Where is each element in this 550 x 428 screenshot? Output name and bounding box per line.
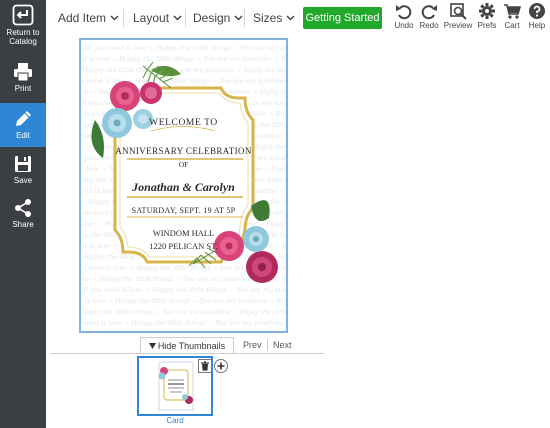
sidebar-item-label: Edit — [16, 131, 30, 140]
sidebar-item-label: Share — [12, 220, 34, 229]
getting-started-button[interactable]: Getting Started — [303, 7, 382, 29]
divider — [267, 339, 268, 351]
sidebar-item-label: Catalog — [9, 37, 37, 46]
thumbnails-divider — [50, 353, 324, 354]
hide-thumbnails-toggle[interactable]: Hide Thumbnails — [140, 337, 234, 354]
divider — [123, 9, 124, 27]
pencil-icon — [16, 111, 31, 126]
menu-add-item[interactable]: Add Item — [58, 11, 119, 25]
sidebar-item-return-to-catalog[interactable]: Return to Catalog — [0, 4, 46, 56]
preview-icon — [450, 3, 467, 20]
sidebar-item-save[interactable]: Save — [0, 154, 46, 192]
chevron-down-icon — [173, 15, 182, 21]
top-toolbar: Add Item Layout Design Sizes Getting Sta… — [46, 0, 550, 36]
trash-icon — [201, 361, 209, 371]
sidebar-item-label: Print — [14, 84, 32, 93]
preview-button[interactable]: Preview — [443, 2, 473, 30]
menu-label: Design — [193, 11, 231, 25]
app-window: Return to Catalog Print Edit Save Share … — [0, 0, 550, 428]
card-names-text[interactable]: Jonathan & Carolyn — [81, 180, 286, 195]
card-of-text[interactable]: OF — [81, 160, 286, 169]
card-date-text[interactable]: SATURDAY, SEPT. 19 AT 5P — [81, 206, 286, 215]
card-welcome-text[interactable]: WELCOME TO — [81, 118, 286, 128]
sidebar-item-label: Save — [13, 176, 33, 185]
share-icon — [15, 199, 31, 217]
menu-layout[interactable]: Layout — [133, 11, 182, 25]
hide-thumbnails-label: Hide Thumbnails — [157, 341, 226, 351]
redo-button[interactable]: Redo — [418, 2, 440, 30]
redo-icon — [421, 5, 437, 20]
menu-label: Sizes — [253, 11, 283, 25]
menu-label: Add Item — [58, 11, 107, 25]
help-icon — [529, 3, 545, 19]
sidebar-item-print[interactable]: Print — [0, 62, 46, 100]
prefs-button[interactable]: Prefs — [476, 2, 498, 30]
divider — [244, 9, 245, 27]
cart-button[interactable]: Cart — [501, 2, 523, 30]
printer-icon — [14, 63, 32, 82]
return-icon — [12, 4, 34, 26]
prefs-label: Prefs — [477, 21, 497, 30]
design-canvas[interactable]: All you need is love ~ Happy the little … — [79, 38, 288, 333]
help-label: Help — [528, 21, 546, 30]
triangle-down-icon — [148, 343, 156, 349]
delete-page-button[interactable] — [198, 359, 212, 373]
next-link[interactable]: Next — [273, 340, 292, 350]
undo-label: Undo — [394, 21, 414, 30]
add-page-button[interactable] — [214, 359, 228, 373]
redo-label: Redo — [419, 21, 439, 30]
undo-button[interactable]: Undo — [393, 2, 415, 30]
card-address-text[interactable]: 1220 PELICAN ST. — [81, 241, 286, 251]
sidebar-item-label: Return to — [6, 28, 40, 37]
menu-design[interactable]: Design — [193, 11, 243, 25]
preview-label: Preview — [443, 21, 473, 30]
undo-icon — [396, 5, 412, 20]
chevron-down-icon — [110, 15, 119, 21]
menu-sizes[interactable]: Sizes — [253, 11, 295, 25]
chevron-down-icon — [234, 15, 243, 21]
gear-icon — [479, 3, 495, 19]
chevron-down-icon — [286, 15, 295, 21]
menu-label: Layout — [133, 11, 170, 25]
prev-link[interactable]: Prev — [243, 340, 262, 350]
cart-label: Cart — [504, 21, 520, 30]
card-event-text[interactable]: ANNIVERSARY CELEBRATION — [81, 146, 286, 156]
card-design: All you need is love ~ Happy the little … — [81, 40, 286, 331]
help-button[interactable]: Help — [526, 2, 548, 30]
sidebar-item-edit[interactable]: Edit — [0, 103, 46, 147]
sidebar-item-share[interactable]: Share — [0, 198, 46, 236]
thumbnail-label: Card — [166, 416, 184, 425]
card-venue-text[interactable]: WINDOM HALL — [81, 228, 286, 238]
divider — [185, 9, 186, 27]
left-sidebar: Return to Catalog Print Edit Save Share — [0, 0, 46, 428]
cart-icon — [504, 4, 521, 19]
plus-icon — [217, 362, 225, 370]
save-icon — [15, 156, 31, 172]
